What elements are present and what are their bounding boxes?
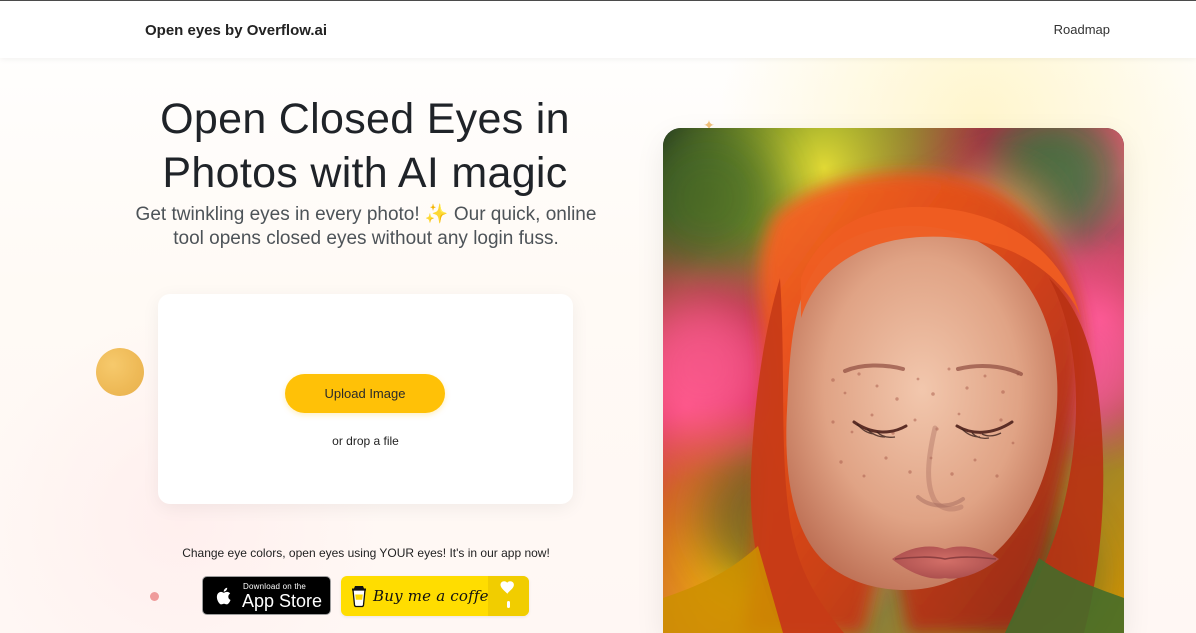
heart-panel — [488, 576, 529, 616]
roadmap-link[interactable]: Roadmap — [1054, 22, 1110, 37]
buy-me-a-coffee-label: Buy me a coffee — [373, 587, 498, 605]
apple-icon — [216, 587, 231, 605]
heart-accent-dot — [507, 601, 510, 608]
decorative-dot — [150, 592, 159, 601]
top-navigation: Open eyes by Overflow.ai Roadmap — [0, 0, 1196, 58]
hero-title: Open Closed Eyes in Photos with AI magic — [110, 92, 620, 200]
drop-file-text: or drop a file — [332, 434, 399, 448]
hero-photo — [663, 128, 1124, 633]
decorative-circle — [96, 348, 144, 396]
coffee-cup-icon — [352, 586, 366, 608]
hero-title-line-1: Open Closed Eyes in — [160, 95, 570, 143]
page: Open eyes by Overflow.ai Roadmap ✦ Open … — [0, 0, 1196, 633]
app-promo-text: Change eye colors, open eyes using YOUR … — [182, 546, 550, 560]
app-store-big-text: App Store — [242, 591, 323, 611]
buy-me-a-coffee-button[interactable]: Buy me a coffee — [341, 576, 529, 616]
upload-image-button[interactable]: Upload Image — [285, 374, 445, 413]
hero-title-line-2: Photos with AI magic — [162, 149, 568, 197]
hero-subtitle: Get twinkling eyes in every photo! ✨ Our… — [116, 203, 616, 251]
app-store-small-text: Download on the — [243, 582, 307, 591]
app-store-button[interactable]: Download on the App Store — [202, 576, 331, 615]
heart-icon — [500, 581, 514, 595]
brand-link[interactable]: Open eyes by Overflow.ai — [145, 22, 327, 39]
hero-subtitle-line-2: tool opens closed eyes without any login… — [173, 228, 559, 249]
upload-dropzone[interactable]: Upload Image or drop a file — [158, 294, 573, 504]
hero-subtitle-line-1: Get twinkling eyes in every photo! ✨ Our… — [135, 204, 597, 225]
